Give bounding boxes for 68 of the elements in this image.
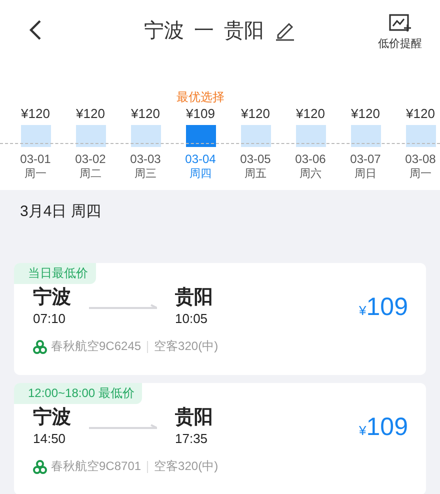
flight-tag: 12:00~18:00 最低价 xyxy=(14,383,142,404)
date-label: 03-08 xyxy=(405,152,436,167)
date-option[interactable]: ¥120 03-03 周三 xyxy=(118,60,173,190)
airline-logo-icon xyxy=(33,460,47,474)
date-option[interactable]: 最优选择 ¥109 03-04 周四 xyxy=(173,60,228,190)
route-dash: 一 xyxy=(194,18,214,44)
weekday-label: 周六 xyxy=(300,167,322,182)
weekday-label: 周三 xyxy=(134,167,156,182)
price-bar xyxy=(240,125,270,147)
price-alert-button[interactable]: 低价提醒 xyxy=(378,14,422,51)
date-label: 03-04 xyxy=(185,152,216,167)
date-option[interactable]: ¥120 03-02 周二 xyxy=(63,60,118,190)
date-label: 03-01 xyxy=(20,152,51,167)
back-icon[interactable] xyxy=(28,19,42,41)
fare-price: ¥109 xyxy=(359,292,408,322)
day-header: 3月4日 周四 xyxy=(19,202,102,222)
price-bar xyxy=(20,125,50,147)
flight-card[interactable]: 12:00~18:00 最低价 宁波 14:50 贵阳 17:35 ¥109 春秋航空9C8701 空客320(中) xyxy=(14,383,426,494)
aircraft-type: 空客320(中) xyxy=(154,338,218,355)
date-option[interactable]: ¥120 03-07 周日 xyxy=(338,60,393,190)
flight-card[interactable]: 当日最低价 宁波 07:10 贵阳 10:05 ¥109 春秋航空9C6245 空客320(中) xyxy=(14,263,426,375)
departure-city: 宁波 xyxy=(33,286,71,310)
arrival-time: 10:05 xyxy=(175,310,209,328)
airline-flight-number: 春秋航空9C6245 xyxy=(51,338,142,355)
destination-city: 贵阳 xyxy=(224,18,264,44)
price-bar xyxy=(296,125,326,147)
date-option[interactable]: ¥120 03-01 周一 xyxy=(8,60,63,190)
weekday-label: 周二 xyxy=(80,167,102,182)
weekday-label: 周一 xyxy=(410,167,432,182)
arrival-time: 17:35 xyxy=(175,430,209,448)
date-price: ¥109 xyxy=(186,105,215,122)
date-option[interactable]: ¥120 03-06 周六 xyxy=(283,60,338,190)
date-label: 03-06 xyxy=(295,152,326,167)
price-bar xyxy=(406,125,436,147)
departure-time: 07:10 xyxy=(33,310,67,328)
airline-logo-icon xyxy=(33,340,47,354)
date-price: ¥120 xyxy=(351,105,380,122)
price-bar xyxy=(186,125,216,147)
aircraft-type: 空客320(中) xyxy=(154,458,218,475)
date-price: ¥120 xyxy=(21,105,50,122)
weekday-label: 周五 xyxy=(244,167,266,182)
arrival-city: 贵阳 xyxy=(175,286,213,310)
date-option[interactable]: ¥120 03-08 周一 xyxy=(393,60,440,190)
airline-flight-number: 春秋航空9C8701 xyxy=(51,458,142,475)
price-bar xyxy=(130,125,160,147)
chart-plus-icon xyxy=(389,14,411,34)
fare-price: ¥109 xyxy=(359,412,408,442)
date-price: ¥120 xyxy=(296,105,325,122)
flight-tag: 当日最低价 xyxy=(14,263,96,284)
price-bar xyxy=(350,125,380,147)
date-label: 03-02 xyxy=(75,152,106,167)
date-label: 03-03 xyxy=(130,152,161,167)
weekday-label: 周四 xyxy=(190,167,212,182)
price-bar xyxy=(76,125,106,147)
date-label: 03-07 xyxy=(350,152,381,167)
weekday-label: 周日 xyxy=(354,167,376,182)
date-price: ¥120 xyxy=(406,105,435,122)
date-price: ¥120 xyxy=(76,105,105,122)
best-choice-label: 最优选择 xyxy=(176,90,224,105)
origin-city: 宁波 xyxy=(144,18,184,44)
departure-time: 14:50 xyxy=(33,430,67,448)
date-label: 03-05 xyxy=(240,152,271,167)
departure-city: 宁波 xyxy=(33,406,71,430)
date-price: ¥120 xyxy=(131,105,160,122)
date-option[interactable]: ¥120 03-05 周五 xyxy=(228,60,283,190)
arrival-city: 贵阳 xyxy=(175,406,213,430)
date-price: ¥120 xyxy=(241,105,270,122)
weekday-label: 周一 xyxy=(24,167,46,182)
